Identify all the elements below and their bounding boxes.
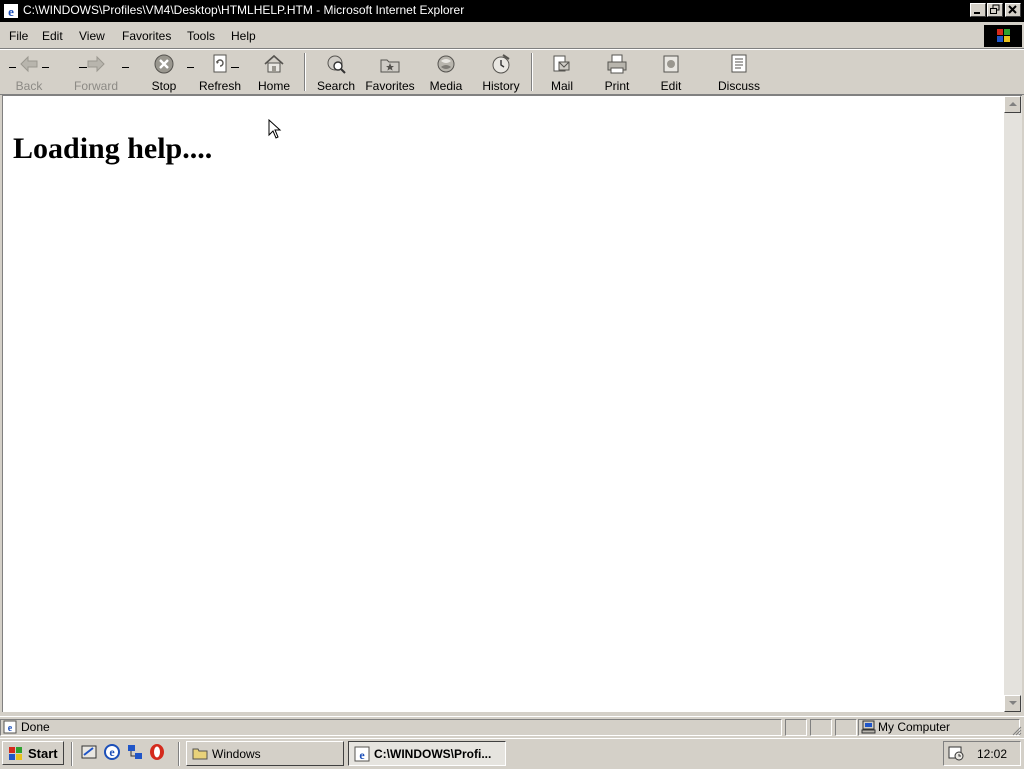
menu-tools[interactable]: Tools bbox=[187, 29, 215, 43]
internet-explorer-icon[interactable]: e bbox=[103, 743, 121, 761]
toolbar-separator bbox=[531, 53, 533, 91]
edit-label: Edit bbox=[660, 79, 682, 93]
status-bar: e Done My Computer bbox=[0, 716, 1024, 738]
task-button-windows[interactable]: Windows bbox=[186, 741, 344, 766]
home-icon bbox=[264, 54, 284, 73]
opera-icon[interactable] bbox=[148, 743, 166, 761]
forward-arrow-icon bbox=[87, 55, 105, 73]
ie-icon[interactable]: e bbox=[3, 3, 19, 19]
system-tray: 12:02 bbox=[943, 741, 1021, 766]
start-button[interactable]: Start bbox=[2, 741, 64, 765]
clock[interactable]: 12:02 bbox=[977, 747, 1007, 761]
my-computer-icon bbox=[861, 720, 876, 734]
home-button[interactable]: Home bbox=[254, 52, 294, 93]
svg-text:e: e bbox=[109, 745, 115, 759]
mouse-cursor-icon bbox=[268, 119, 282, 139]
menu-edit[interactable]: Edit bbox=[42, 29, 63, 43]
scroll-down-button[interactable] bbox=[1004, 695, 1021, 712]
forward-label: Forward bbox=[73, 79, 118, 93]
menu-favorites[interactable]: Favorites bbox=[122, 29, 171, 43]
media-button[interactable]: Media bbox=[426, 52, 466, 93]
status-text: Done bbox=[21, 720, 50, 734]
close-button[interactable] bbox=[1005, 3, 1021, 17]
start-label: Start bbox=[28, 746, 58, 761]
stop-label: Stop bbox=[151, 79, 177, 93]
task-label: Windows bbox=[212, 747, 261, 761]
home-label: Home bbox=[257, 79, 290, 93]
taskbar-separator bbox=[71, 742, 73, 766]
edit-page-icon bbox=[663, 55, 679, 73]
network-icon[interactable] bbox=[126, 743, 144, 761]
windows-logo-throbber bbox=[984, 25, 1022, 47]
task-label: C:\WINDOWS\Profi... bbox=[374, 747, 492, 761]
search-globe-icon bbox=[327, 55, 346, 74]
page-done-icon: e bbox=[3, 720, 17, 734]
restore-button[interactable] bbox=[987, 3, 1003, 17]
back-button[interactable]: Back bbox=[10, 52, 48, 93]
status-panel-main bbox=[0, 719, 782, 736]
discuss-button[interactable]: Discuss bbox=[716, 52, 762, 93]
security-zone-label: My Computer bbox=[878, 720, 951, 734]
vertical-scrollbar[interactable] bbox=[1004, 95, 1022, 712]
mail-icon bbox=[553, 55, 570, 72]
refresh-label: Refresh bbox=[198, 79, 242, 93]
refresh-button[interactable]: Refresh bbox=[196, 52, 244, 93]
menu-help[interactable]: Help bbox=[231, 29, 256, 43]
edit-button[interactable]: Edit bbox=[656, 52, 686, 93]
print-label: Print bbox=[604, 79, 630, 93]
discuss-icon bbox=[731, 54, 747, 73]
mail-label: Mail bbox=[550, 79, 573, 93]
discuss-label: Discuss bbox=[717, 79, 760, 93]
standard-toolbar: Back Forward Stop Refresh Home Search Fa… bbox=[0, 49, 1024, 123]
forward-button[interactable]: Forward bbox=[70, 52, 122, 93]
media-label: Media bbox=[429, 79, 463, 93]
favorites-button[interactable]: Favorites bbox=[364, 52, 416, 93]
favorites-label: Favorites bbox=[365, 79, 415, 93]
svg-text:e: e bbox=[8, 4, 14, 19]
toolbar-separator bbox=[304, 53, 306, 91]
show-desktop-icon[interactable] bbox=[80, 743, 98, 761]
back-arrow-icon bbox=[20, 55, 38, 73]
favorites-folder-icon bbox=[380, 59, 400, 73]
resize-grip-icon[interactable] bbox=[1010, 724, 1022, 736]
scheduler-icon[interactable] bbox=[948, 745, 964, 761]
title-bar[interactable]: e C:\WINDOWS\Profiles\VM4\Desktop\HTMLHE… bbox=[0, 0, 1024, 22]
printer-icon bbox=[607, 54, 627, 74]
window-title: C:\WINDOWS\Profiles\VM4\Desktop\HTMLHELP… bbox=[23, 3, 465, 17]
stop-button[interactable]: Stop bbox=[146, 52, 182, 93]
svg-text:e: e bbox=[8, 723, 13, 734]
ie-icon: e bbox=[354, 746, 370, 762]
refresh-icon bbox=[213, 54, 227, 73]
taskbar-separator bbox=[178, 742, 180, 766]
windows-logo-icon bbox=[9, 747, 22, 760]
page-heading: Loading help.... bbox=[13, 132, 213, 165]
status-panel-progress bbox=[785, 719, 807, 736]
history-button[interactable]: History bbox=[478, 52, 524, 93]
history-icon bbox=[492, 54, 510, 74]
svg-text:e: e bbox=[359, 748, 365, 762]
history-label: History bbox=[482, 79, 520, 93]
taskbar: Start e Windows e C:\WINDOWS\Profi... 12… bbox=[0, 738, 1024, 769]
media-icon bbox=[437, 55, 455, 73]
menu-file[interactable]: File bbox=[9, 29, 28, 43]
status-panel-blank bbox=[810, 719, 832, 736]
search-button[interactable]: Search bbox=[314, 52, 358, 93]
page-content[interactable]: Loading help.... bbox=[2, 95, 1004, 712]
search-label: Search bbox=[316, 79, 356, 93]
status-panel-blank bbox=[835, 719, 857, 736]
minimize-button[interactable] bbox=[970, 3, 986, 17]
menu-bar: File Edit View Favorites Tools Help bbox=[0, 24, 1024, 68]
mail-button[interactable]: Mail bbox=[544, 52, 580, 93]
task-button-internet-explorer[interactable]: e C:\WINDOWS\Profi... bbox=[348, 741, 506, 766]
menu-view[interactable]: View bbox=[79, 29, 105, 43]
scroll-up-button[interactable] bbox=[1004, 96, 1021, 113]
back-label: Back bbox=[15, 79, 43, 93]
folder-icon bbox=[192, 748, 208, 760]
print-button[interactable]: Print bbox=[600, 52, 634, 93]
stop-icon bbox=[154, 54, 174, 74]
